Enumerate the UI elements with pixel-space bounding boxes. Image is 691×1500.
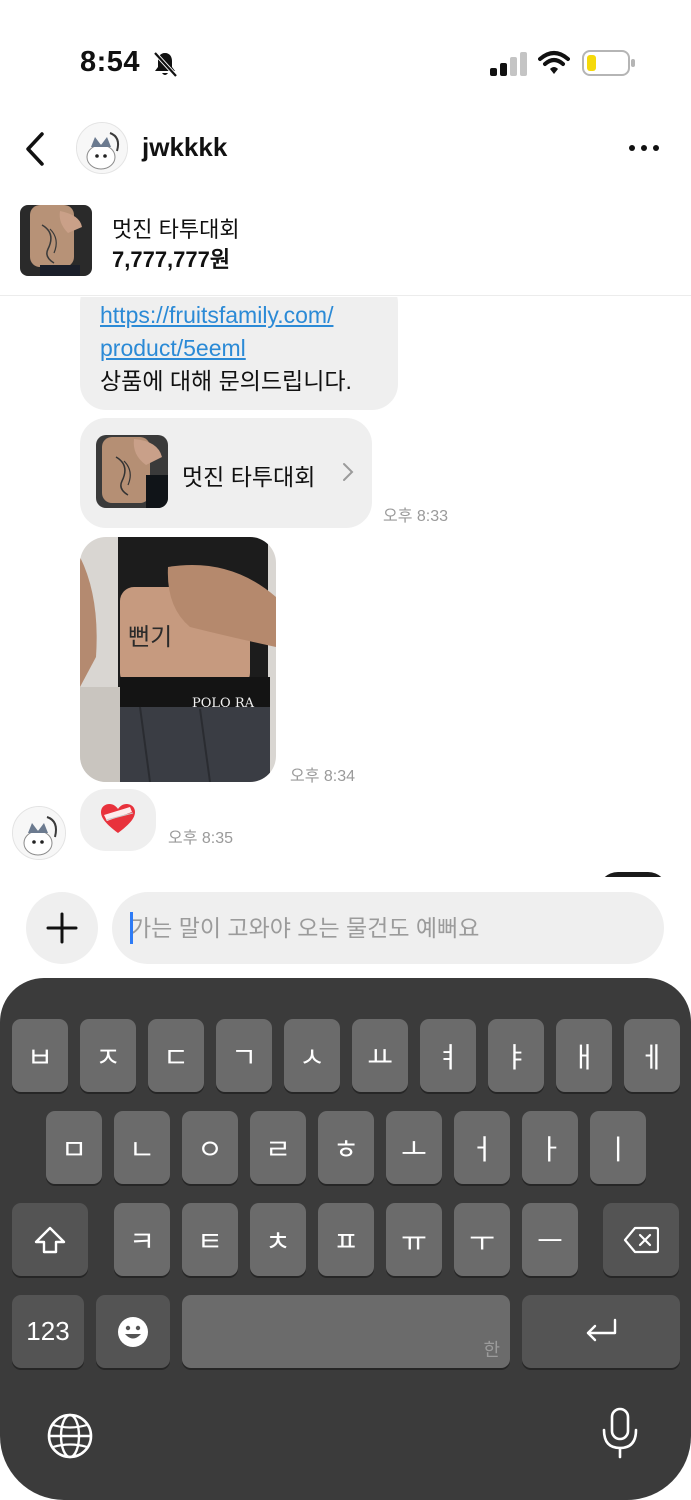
product-summary-bar[interactable]: 멋진 타투대회 7,777,777원 [0, 198, 691, 296]
message-timestamp: 오후 8:33 [383, 508, 449, 525]
key[interactable]: ㄹ [250, 1111, 306, 1184]
key[interactable]: ㅇ [182, 1111, 238, 1184]
clock-time: 8:54 [80, 46, 141, 78]
key[interactable]: ㅜ [454, 1203, 510, 1276]
korean-keyboard: ㅂ ㅈ ㄷ ㄱ ㅅ ㅛ ㅕ ㅑ ㅐ ㅔ ㅁ ㄴ ㅇ ㄹ ㅎ ㅗ ㅓ ㅏ ㅣ ㅋ … [0, 978, 691, 1500]
key[interactable]: ㅠ [386, 1203, 442, 1276]
return-arrow-icon [586, 1318, 617, 1341]
message-text-field[interactable] [112, 892, 664, 964]
product-title: 멋진 타투대회 [112, 217, 240, 242]
key[interactable]: ㅈ [80, 1019, 136, 1092]
more-options-icon[interactable] [624, 140, 664, 156]
globe-icon[interactable] [44, 1410, 96, 1462]
key[interactable]: ㅐ [556, 1019, 612, 1092]
key[interactable]: ㄷ [148, 1019, 204, 1092]
message-timestamp: 오후 8:35 [168, 830, 234, 847]
return-key[interactable] [522, 1295, 680, 1368]
emoji-key[interactable] [96, 1295, 170, 1368]
chat-username[interactable]: jwkkkk [142, 132, 227, 163]
space-key[interactable]: 한 [182, 1295, 510, 1368]
product-card-name: 멋진 타투대회 [182, 464, 316, 490]
language-label: 한 [483, 1340, 500, 1361]
attach-button[interactable] [26, 892, 98, 964]
key[interactable]: ㅔ [624, 1019, 680, 1092]
photo-message[interactable]: 뻔기 POLO RA [80, 537, 276, 782]
chevron-right-icon [343, 463, 354, 481]
key[interactable]: ㅛ [352, 1019, 408, 1092]
key[interactable]: ㅊ [250, 1203, 306, 1276]
shift-arrow-icon [34, 1226, 66, 1253]
key[interactable]: ㅓ [454, 1111, 510, 1184]
inquiry-text: 상품에 대해 문의드립니다. [100, 368, 352, 394]
inquiry-message-bubble: https://fruitsfamily.com/ product/5eeml … [80, 297, 398, 410]
key[interactable]: ㄴ [114, 1111, 170, 1184]
message-list: https://fruitsfamily.com/ product/5eeml … [0, 297, 691, 877]
cellular-signal-icon [490, 52, 527, 76]
product-card-message[interactable]: 멋진 타투대회 [80, 418, 372, 528]
product-link-line1[interactable]: https://fruitsfamily.com/ [100, 299, 378, 332]
backspace-key[interactable] [603, 1203, 679, 1276]
heart-reaction-message[interactable] [80, 789, 156, 851]
product-price: 7,777,777원 [112, 247, 231, 272]
message-input[interactable] [130, 908, 650, 948]
product-thumbnail[interactable] [20, 205, 92, 276]
back-arrow-icon[interactable] [22, 130, 50, 168]
key[interactable]: ㄱ [216, 1019, 272, 1092]
key[interactable]: ㅂ [12, 1019, 68, 1092]
key[interactable]: ㅎ [318, 1111, 374, 1184]
emoji-face-icon [118, 1316, 148, 1347]
text-cursor [130, 912, 133, 944]
key[interactable]: ㅁ [46, 1111, 102, 1184]
chat-header: jwkkkk [0, 112, 691, 184]
key[interactable]: ㅌ [182, 1203, 238, 1276]
microphone-icon[interactable] [600, 1406, 640, 1460]
status-bar: 8:54 [0, 0, 691, 110]
key[interactable]: ㅑ [488, 1019, 544, 1092]
sender-avatar[interactable] [12, 806, 66, 860]
user-avatar[interactable] [76, 122, 128, 174]
key[interactable]: ㅏ [522, 1111, 578, 1184]
product-card-thumbnail [96, 435, 168, 508]
plus-icon [46, 912, 78, 944]
key[interactable]: ㅗ [386, 1111, 442, 1184]
key[interactable]: ㅕ [420, 1019, 476, 1092]
key[interactable]: ㅍ [318, 1203, 374, 1276]
bell-off-icon [153, 51, 178, 78]
message-timestamp: 오후 8:34 [290, 768, 356, 785]
key[interactable]: ㅡ [522, 1203, 578, 1276]
numbers-key[interactable]: 123 [12, 1295, 84, 1368]
backspace-icon [623, 1226, 659, 1253]
shift-key[interactable] [12, 1203, 88, 1276]
scroll-indicator [598, 872, 668, 877]
svg-text:뻔기: 뻔기 [128, 623, 172, 651]
product-link-line2[interactable]: product/5eeml [100, 332, 378, 365]
message-input-bar [0, 880, 691, 976]
key[interactable]: ㅅ [284, 1019, 340, 1092]
key[interactable]: ㅣ [590, 1111, 646, 1184]
key[interactable]: ㅋ [114, 1203, 170, 1276]
wifi-icon [538, 51, 570, 74]
heart-emoji-icon [101, 804, 135, 833]
battery-icon [582, 50, 635, 76]
